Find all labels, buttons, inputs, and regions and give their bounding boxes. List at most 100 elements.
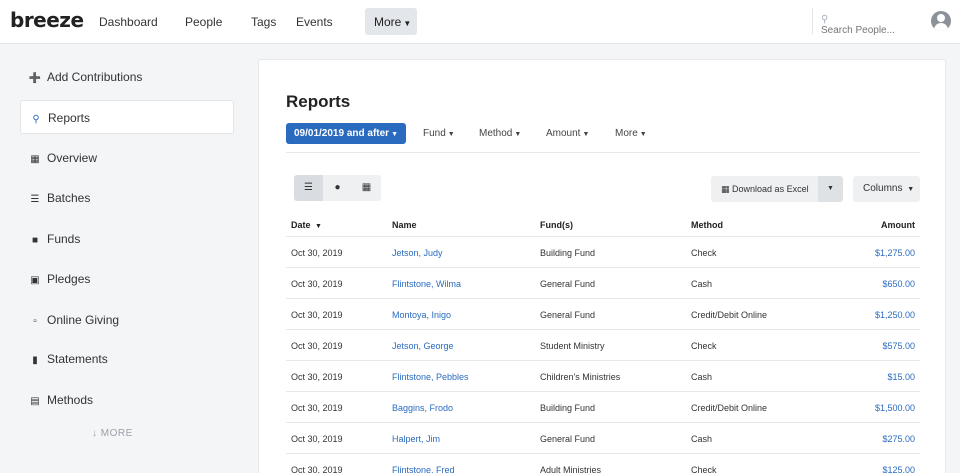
box-icon: ■: [31, 235, 39, 246]
contributions-table: Date ▼ Name Fund(s) Method Amount Oct 30…: [286, 212, 920, 473]
date-column-header[interactable]: Date ▼: [291, 220, 322, 230]
avatar-body: [934, 23, 948, 31]
arrow-down-icon: ↓: [92, 428, 98, 439]
nav-people[interactable]: People: [185, 15, 222, 29]
sidebar-item-methods[interactable]: ▤ Methods: [20, 383, 234, 417]
row-name-link[interactable]: Flintstone, Pebbles: [392, 372, 469, 382]
table-row[interactable]: Oct 30, 2019 Montoya, Inigo General Fund Cr…: [286, 299, 920, 330]
table-row[interactable]: Oct 30, 2019 Flintstone, Wilma General Fun…: [286, 268, 920, 299]
row-date: Oct 30, 2019: [291, 310, 343, 320]
row-name-link[interactable]: Halpert, Jim: [392, 434, 440, 444]
sidebar-item-label: Batches: [47, 191, 91, 205]
row-amount-link[interactable]: $275.00: [882, 434, 915, 444]
reports-panel: Reports 09/01/2019 and after ▼ Fund ▼ Meth…: [258, 59, 946, 473]
method-filter-label: Method: [479, 128, 513, 139]
row-date: Oct 30, 2019: [291, 465, 343, 473]
people-search[interactable]: ⚲: [812, 8, 914, 36]
person-view-button[interactable]: ●: [323, 175, 352, 201]
date-filter-button[interactable]: 09/01/2019 and after ▼: [286, 123, 406, 144]
download-options-button[interactable]: ▼: [818, 176, 843, 202]
fund-column-header[interactable]: Fund(s): [540, 220, 573, 230]
search-icon: ⚲: [32, 114, 40, 125]
row-method: Check: [691, 341, 717, 351]
row-amount-link[interactable]: $575.00: [882, 341, 915, 351]
row-name-link[interactable]: Jetson, George: [392, 341, 454, 351]
search-input[interactable]: [821, 25, 905, 36]
row-fund: Building Fund: [540, 248, 596, 258]
table-row[interactable]: Oct 30, 2019 Flintstone, Pebbles Children'…: [286, 361, 920, 392]
sidebar-more-link[interactable]: ↓ MORE: [92, 428, 133, 439]
nav-more-button[interactable]: More ▼: [365, 8, 417, 35]
list-view-button[interactable]: ☰: [294, 175, 323, 201]
row-name-link[interactable]: Baggins, Frodo: [392, 403, 453, 413]
row-name-link[interactable]: Jetson, Judy: [392, 248, 443, 258]
sidebar-item-batches[interactable]: ☰ Batches: [20, 181, 234, 215]
row-name-link[interactable]: Flintstone, Fred: [392, 465, 455, 473]
sidebar-more-label: MORE: [100, 428, 133, 439]
sidebar-item-overview[interactable]: ▦ Overview: [20, 141, 234, 175]
row-method: Cash: [691, 279, 713, 289]
sidebar: ➕ Add Contributions ⚲ Reports ▦ Overview ☰ B…: [0, 44, 250, 473]
search-icon: ⚲: [821, 14, 829, 25]
table-row[interactable]: Oct 30, 2019 Jetson, George Student Minist…: [286, 330, 920, 361]
list-icon: ☰: [304, 182, 313, 193]
columns-button[interactable]: Columns ▼: [853, 176, 920, 202]
row-date: Oct 30, 2019: [291, 341, 343, 351]
nav-events[interactable]: Events: [296, 15, 333, 29]
sidebar-item-statements[interactable]: ▮ Statements: [20, 342, 234, 376]
sort-desc-icon: ▼: [315, 223, 322, 230]
row-name-link[interactable]: Flintstone, Wilma: [392, 279, 461, 289]
row-amount-link[interactable]: $1,275.00: [875, 248, 915, 258]
sidebar-item-label: Statements: [47, 352, 108, 366]
avatar-head: [937, 14, 945, 22]
chevron-down-icon: ▼: [447, 131, 455, 138]
method-column-header[interactable]: Method: [691, 220, 723, 230]
amount-filter-label: Amount: [546, 128, 581, 139]
row-method: Credit/Debit Online: [691, 310, 768, 320]
gift-icon: ▣: [30, 275, 40, 286]
sidebar-item-reports[interactable]: ⚲ Reports: [20, 100, 234, 134]
row-name-link[interactable]: Montoya, Inigo: [392, 310, 451, 320]
columns-label: Columns: [863, 183, 903, 194]
row-amount-link[interactable]: $15.00: [887, 372, 915, 382]
sidebar-item-funds[interactable]: ■ Funds: [20, 222, 234, 256]
sidebar-item-add-contributions[interactable]: ➕ Add Contributions: [20, 60, 234, 94]
user-avatar-icon[interactable]: [931, 11, 951, 31]
table-row[interactable]: Oct 30, 2019 Jetson, Judy Building Fund Che…: [286, 237, 920, 268]
more-filter-button[interactable]: More ▼: [615, 128, 647, 139]
sidebar-item-label: Methods: [47, 393, 94, 407]
nav-dashboard[interactable]: Dashboard: [99, 15, 158, 29]
name-column-header[interactable]: Name: [392, 220, 417, 230]
sidebar-item-label: Add Contributions: [47, 70, 143, 84]
fund-filter-button[interactable]: Fund ▼: [423, 128, 455, 139]
row-method: Credit/Debit Online: [691, 403, 768, 413]
sidebar-item-label: Funds: [47, 232, 81, 246]
table-row[interactable]: Oct 30, 2019 Flintstone, Fred Adult Minist…: [286, 454, 920, 473]
amount-column-header[interactable]: Amount: [881, 220, 915, 230]
row-amount-link[interactable]: $125.00: [882, 465, 915, 473]
plus-circle-icon: ➕: [28, 73, 42, 84]
row-amount-link[interactable]: $1,250.00: [875, 310, 915, 320]
view-toggle-group: ☰ ● ▦: [294, 175, 381, 201]
chart-view-button[interactable]: ▦: [352, 175, 381, 201]
chevron-down-icon: ▼: [391, 131, 398, 138]
row-date: Oct 30, 2019: [291, 434, 343, 444]
nav-tags[interactable]: Tags: [251, 15, 276, 29]
sidebar-item-pledges[interactable]: ▣ Pledges: [20, 262, 234, 296]
row-method: Cash: [691, 434, 713, 444]
amount-filter-button[interactable]: Amount ▼: [546, 128, 589, 139]
row-amount-link[interactable]: $650.00: [882, 279, 915, 289]
download-excel-button[interactable]: ▦ Download as Excel: [711, 176, 818, 202]
more-filter-label: More: [615, 128, 638, 139]
breeze-logo[interactable]: breeze: [10, 8, 84, 32]
chevron-down-icon: ▼: [403, 19, 412, 28]
chevron-down-icon: ▼: [639, 131, 647, 138]
row-method: Cash: [691, 372, 713, 382]
method-filter-button[interactable]: Method ▼: [479, 128, 521, 139]
row-amount-link[interactable]: $1,500.00: [875, 403, 915, 413]
fund-filter-label: Fund: [423, 128, 446, 139]
sidebar-item-online-giving[interactable]: ▫ Online Giving: [20, 303, 234, 337]
table-row[interactable]: Oct 30, 2019 Baggins, Frodo Building Fund C…: [286, 392, 920, 423]
sidebar-item-label: Reports: [48, 111, 91, 125]
table-row[interactable]: Oct 30, 2019 Halpert, Jim General Fund Cash…: [286, 423, 920, 454]
